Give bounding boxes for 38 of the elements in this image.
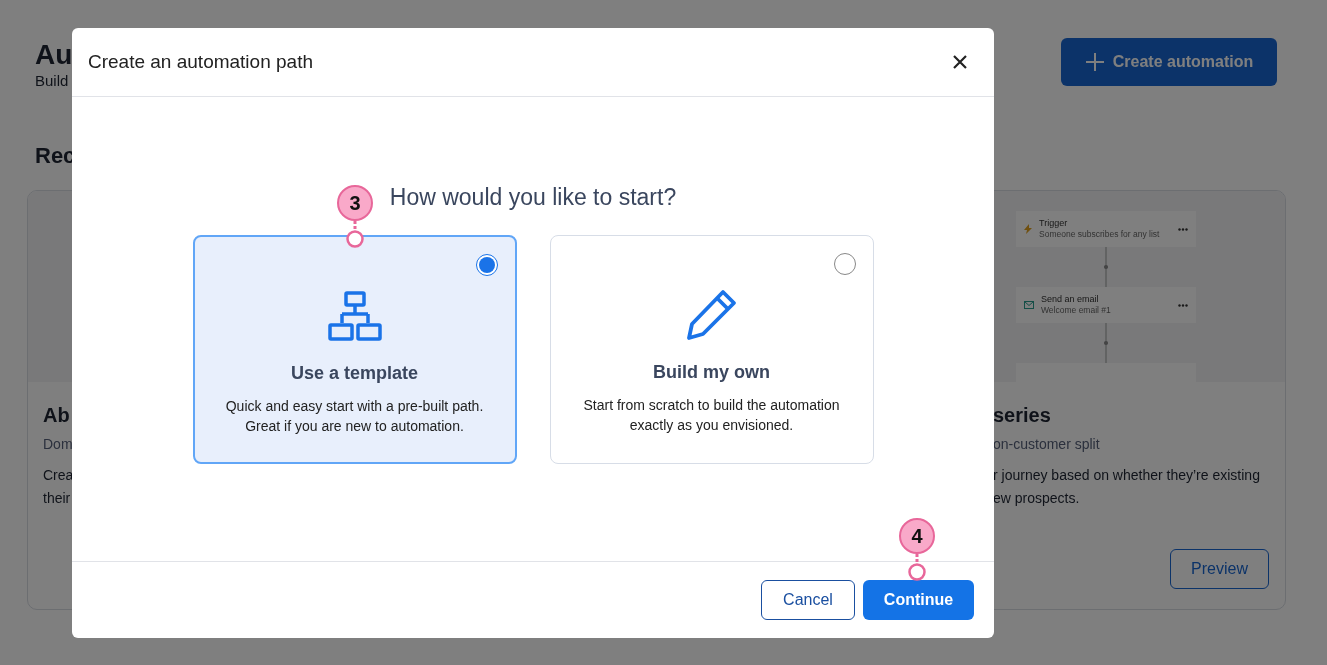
- step-badge: 4: [899, 518, 935, 554]
- envelope-icon: [1024, 301, 1034, 309]
- connector-line: [1103, 247, 1109, 287]
- dialog-title: Create an automation path: [88, 51, 313, 73]
- connector-line: [1103, 323, 1109, 363]
- continue-button[interactable]: Continue: [863, 580, 974, 620]
- flowchart-icon: [327, 289, 382, 343]
- section-heading: Rec: [35, 142, 77, 170]
- card-title: Ab: [43, 403, 70, 428]
- step-badge: 3: [337, 185, 373, 221]
- dialog-question: How would you like to start?: [389, 183, 677, 211]
- card-category: on-customer split: [993, 436, 1100, 452]
- lightning-icon: [1024, 224, 1032, 234]
- radio-button[interactable]: [475, 254, 498, 276]
- option-title: Build my own: [653, 362, 770, 383]
- card-title: series: [993, 403, 1051, 428]
- leader-line: [346, 221, 364, 249]
- more-icon: [1178, 303, 1188, 307]
- card-description: Crea their: [43, 466, 74, 508]
- pencil-icon: [684, 288, 739, 342]
- plus-icon: [1084, 52, 1105, 72]
- page-title: Au: [35, 38, 73, 72]
- leader-line: [908, 554, 926, 582]
- step-title: Trigger: [1039, 218, 1069, 229]
- card-description: r journey based on whether they’re existing ew prospects.: [993, 466, 1260, 508]
- option-description: Quick and easy start with a pre-built path. Great if you are new to automation.: [224, 397, 485, 436]
- step-subtitle: Welcome email #1: [1041, 305, 1112, 316]
- step-subtitle: Someone subscribes for any list: [1039, 229, 1161, 240]
- option-description: Start from scratch to build the automation exactly as you envisioned.: [582, 396, 841, 435]
- cancel-button[interactable]: Cancel: [761, 580, 855, 620]
- option-title: Use a template: [290, 363, 419, 384]
- step-title: Send an email: [1041, 294, 1100, 305]
- option-card[interactable]: Use a template Quick and easy start with a pre-built path. Great if you are new to automation.: [192, 235, 517, 464]
- card-category: Dom: [43, 436, 73, 452]
- page-subtitle: Build: [35, 72, 70, 90]
- more-icon: [1178, 227, 1188, 231]
- option-card[interactable]: Build my own Start from scratch to build the automation exactly as you envisioned.: [549, 235, 874, 464]
- radio-button[interactable]: [833, 253, 856, 275]
